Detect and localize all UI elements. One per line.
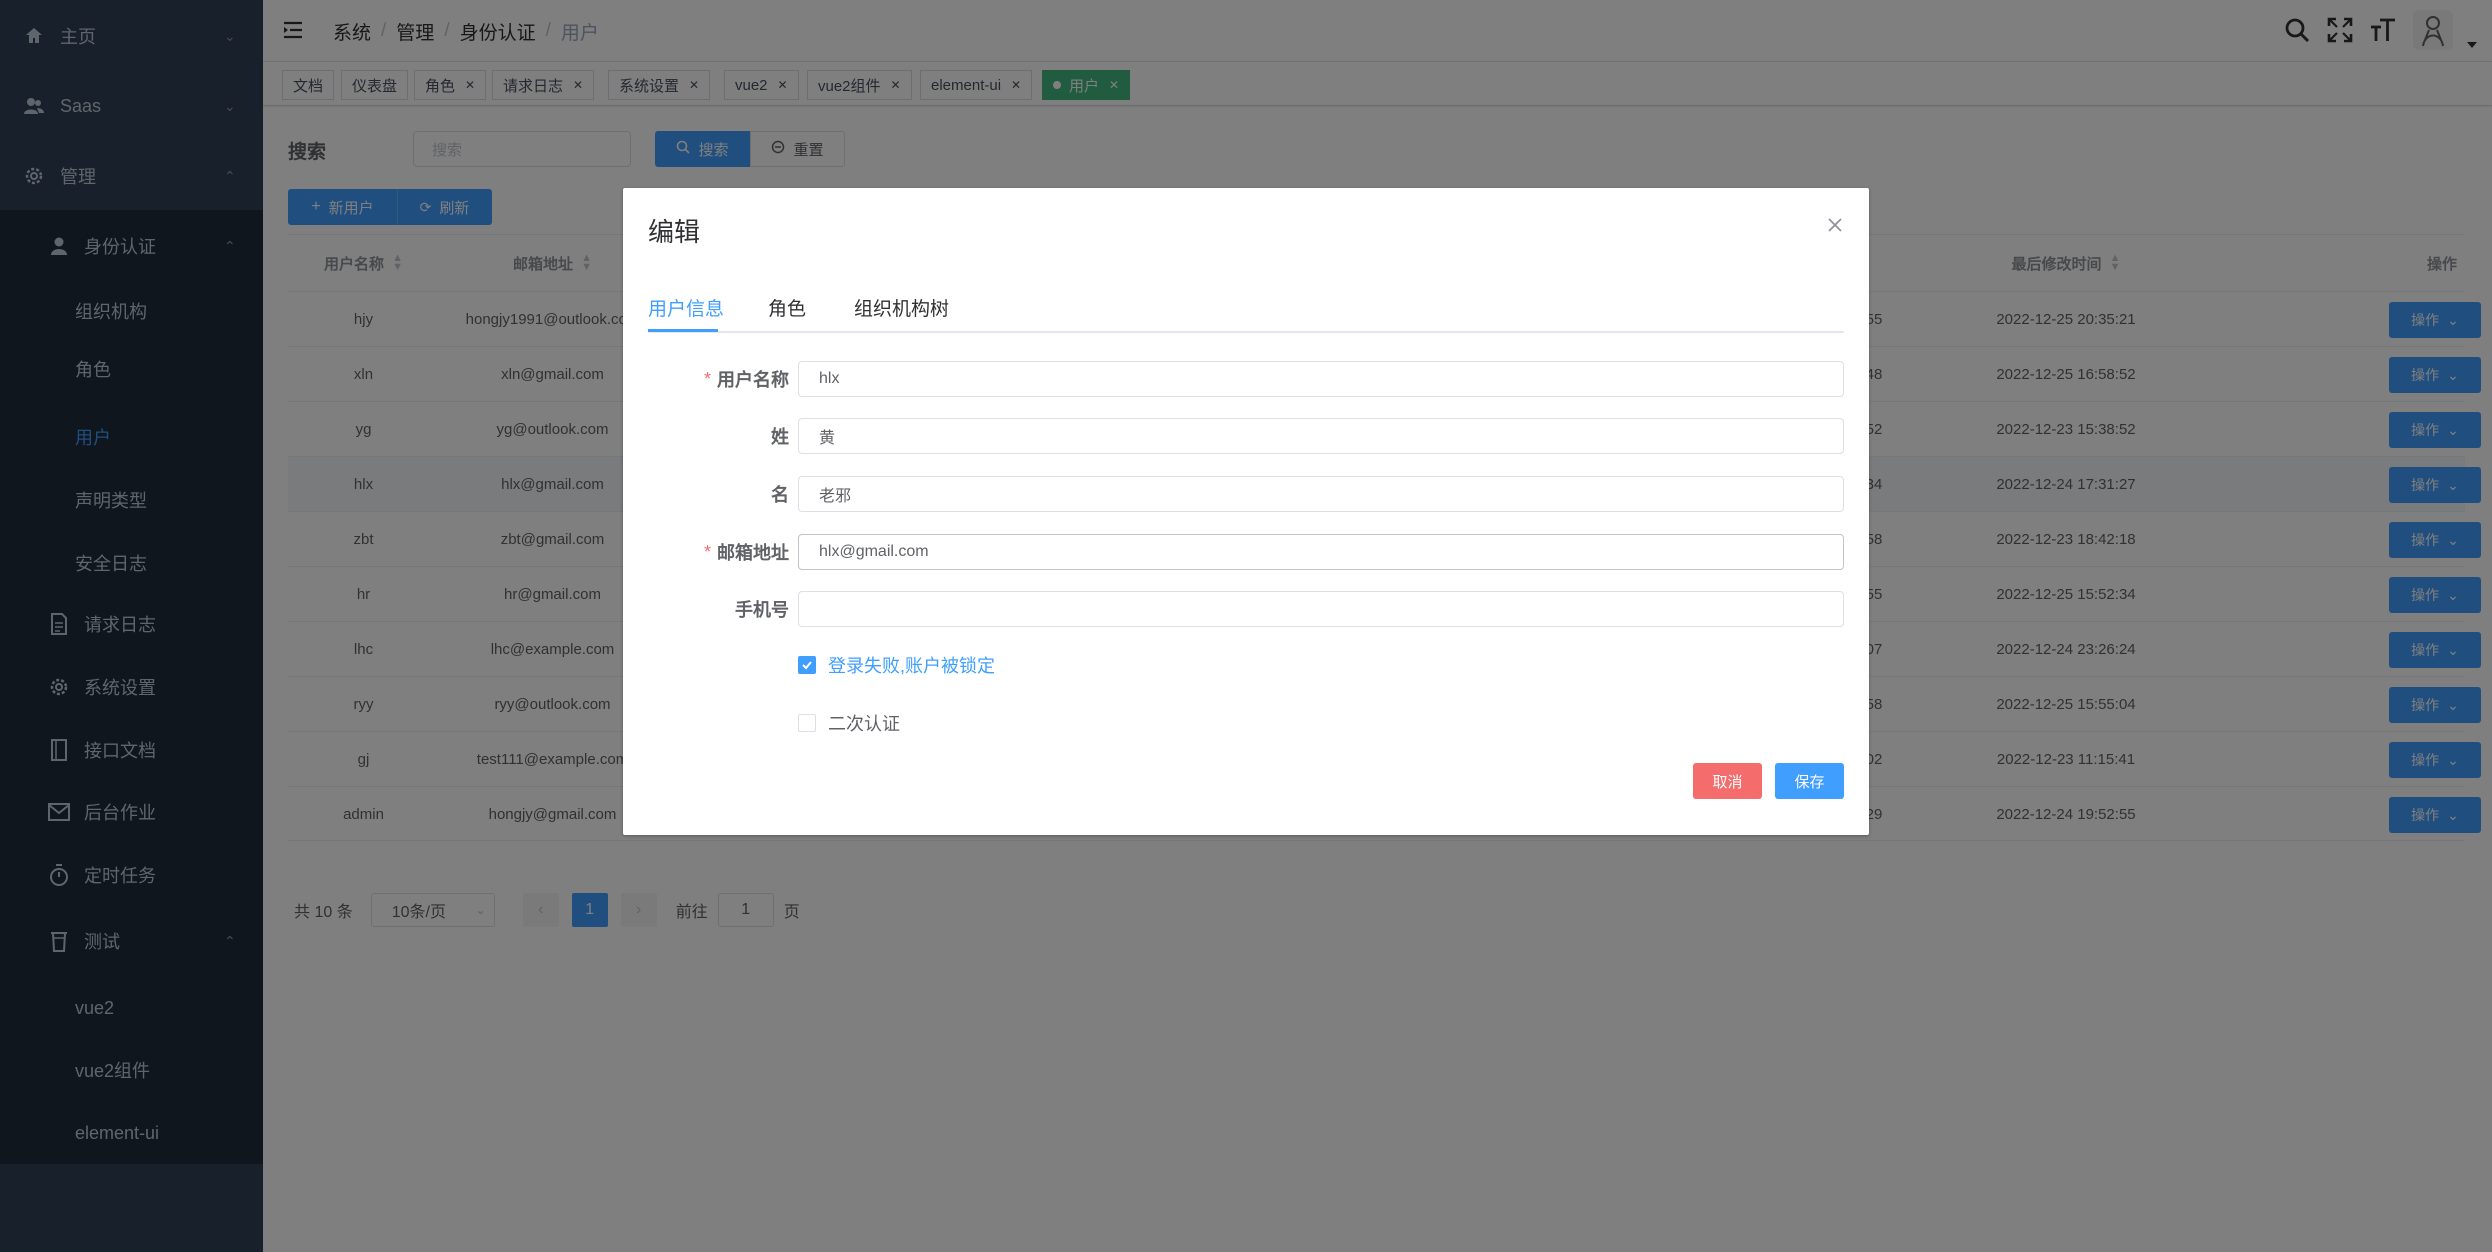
cancel-button[interactable]: 取消 <box>1693 763 1762 799</box>
field-value: hlx@gmail.com <box>819 543 929 560</box>
edit-user-dialog: 编辑 用户信息 角色 组织机构树 * 用户名称 hlx 姓 黄 名 老邪 * 邮箱地… <box>623 188 1869 835</box>
name-field[interactable]: 老邪 <box>798 476 1844 512</box>
form-row-username: * 用户名称 hlx <box>623 361 1869 397</box>
phone-label: 手机号 <box>735 600 789 620</box>
phone-field[interactable] <box>798 591 1844 627</box>
username-field[interactable]: hlx <box>798 361 1844 397</box>
form-row-surname: 姓 黄 <box>623 418 1869 454</box>
name-label: 名 <box>771 485 789 505</box>
form-row-email: * 邮箱地址 hlx@gmail.com <box>623 534 1869 570</box>
two-factor-label: 二次认证 <box>828 714 900 734</box>
lockout-label: 登录失败,账户被锁定 <box>828 656 996 676</box>
checkbox-unchecked-icon <box>798 714 816 732</box>
active-tab-indicator <box>648 329 718 332</box>
form-row-phone: 手机号 <box>623 591 1869 627</box>
lockout-checkbox[interactable]: 登录失败,账户被锁定 <box>798 653 995 677</box>
field-value: hlx <box>819 370 840 387</box>
tab-roles[interactable]: 角色 <box>768 294 806 321</box>
tab-user-info[interactable]: 用户信息 <box>648 294 724 321</box>
field-label-text: 用户名称 <box>717 370 789 390</box>
field-value: 黄 <box>819 430 836 447</box>
save-label: 保存 <box>1794 773 1825 791</box>
checkbox-checked-icon <box>798 656 816 674</box>
dialog-title: 编辑 <box>648 217 701 247</box>
username-label: * 用户名称 <box>704 361 789 397</box>
form-row-name: 名 老邪 <box>623 476 1869 512</box>
save-button[interactable]: 保存 <box>1775 763 1844 799</box>
dialog-tabs: 用户信息 角色 组织机构树 <box>648 288 1844 333</box>
surname-label: 姓 <box>771 427 789 447</box>
tab-org-tree[interactable]: 组织机构树 <box>854 294 949 321</box>
close-icon[interactable] <box>1824 214 1846 236</box>
email-field[interactable]: hlx@gmail.com <box>798 534 1844 570</box>
field-label-text: 邮箱地址 <box>717 543 789 563</box>
two-factor-checkbox[interactable]: 二次认证 <box>798 711 900 735</box>
surname-field[interactable]: 黄 <box>798 418 1844 454</box>
cancel-label: 取消 <box>1712 773 1743 791</box>
field-value: 老邪 <box>819 488 852 505</box>
email-label: * 邮箱地址 <box>704 534 789 570</box>
